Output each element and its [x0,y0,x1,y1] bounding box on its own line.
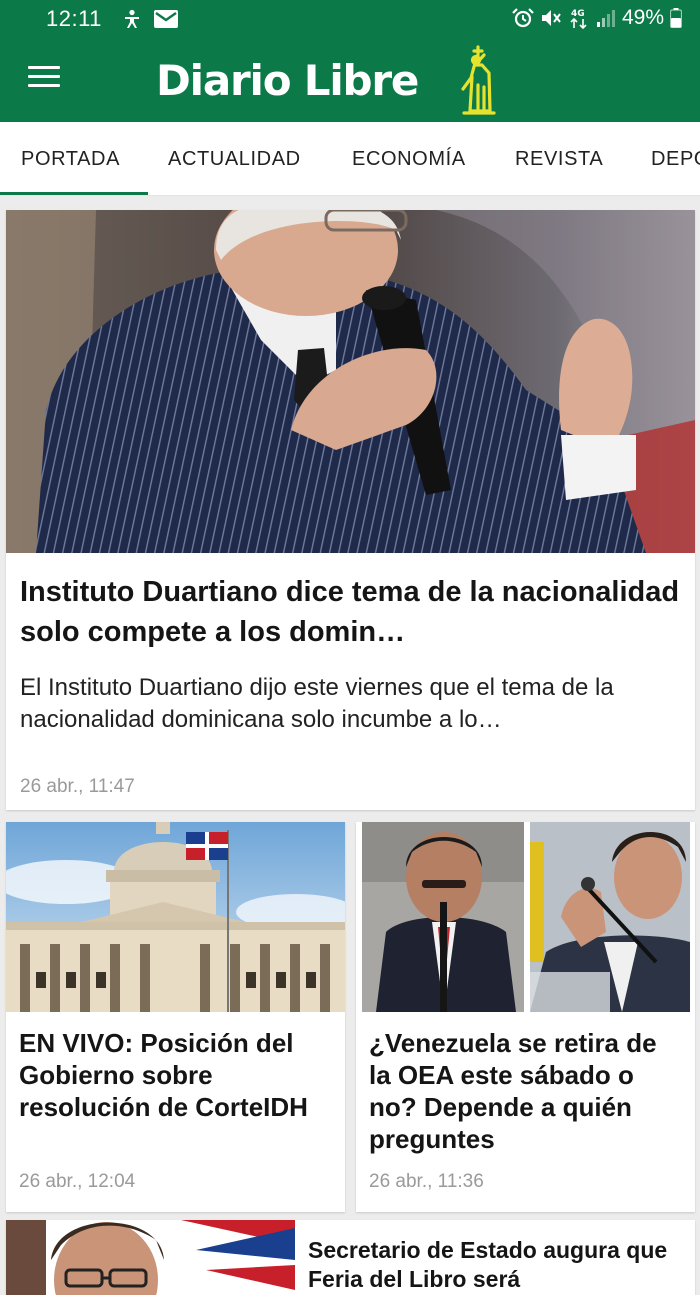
tab-portada[interactable]: PORTADA [21,148,120,171]
tab-actualidad[interactable]: ACTUALIDAD [168,148,301,171]
article-title[interactable]: Instituto Duartiano dice tema de la naci… [20,572,684,652]
section-tabs: PORTADA ACTUALIDAD ECONOMÍA REVISTA DEPO [0,122,700,196]
brand-logo: Diario Libre [156,56,419,105]
tab-deportes[interactable]: DEPO [651,148,700,171]
mute-icon [540,8,562,28]
article-summary: El Instituto Duartiano dijo este viernes… [20,674,614,733]
gmail-icon [154,10,178,28]
article-image-palace [6,822,345,1012]
article-image-secretary [6,1220,295,1295]
article-date: 26 abr., 11:47 [20,776,135,797]
menu-icon[interactable] [28,66,64,94]
article-card-live[interactable]: EN VIVO: Posición del Gobierno sobre res… [6,822,345,1212]
article-card-hero[interactable]: Instituto Duartiano dice tema de la naci… [6,210,695,810]
network-4g-icon: 4G [568,7,590,29]
article-card-venezuela[interactable]: ¿Venezuela se retira de la OEA este sába… [356,822,695,1212]
article-image-speaker [6,210,695,553]
article-date: 26 abr., 12:04 [19,1171,136,1192]
duarte-figure-icon [461,45,496,115]
signal-icon [596,8,616,28]
article-title[interactable]: Secretario de Estado augura que Feria de… [308,1236,688,1294]
battery-icon [670,8,682,28]
tab-revista[interactable]: REVISTA [515,148,603,171]
status-bar: 12:11 4G 49% [0,0,700,38]
status-time: 12:11 [46,6,102,31]
article-title[interactable]: ¿Venezuela se retira de la OEA este sába… [369,1027,685,1155]
alarm-icon [512,8,534,28]
battery-percent: 49% [621,6,664,29]
accessibility-icon [122,9,142,29]
active-tab-indicator [0,192,148,195]
tab-economia[interactable]: ECONOMÍA [352,148,466,171]
article-title[interactable]: EN VIVO: Posición del Gobierno sobre res… [19,1027,335,1123]
network-label: 4G [571,9,585,19]
app-bar: Diario Libre [0,38,700,122]
article-image-venezuela-leaders [356,822,695,1012]
article-date: 26 abr., 11:36 [369,1171,484,1192]
article-card-feria[interactable]: Secretario de Estado augura que Feria de… [6,1220,695,1295]
